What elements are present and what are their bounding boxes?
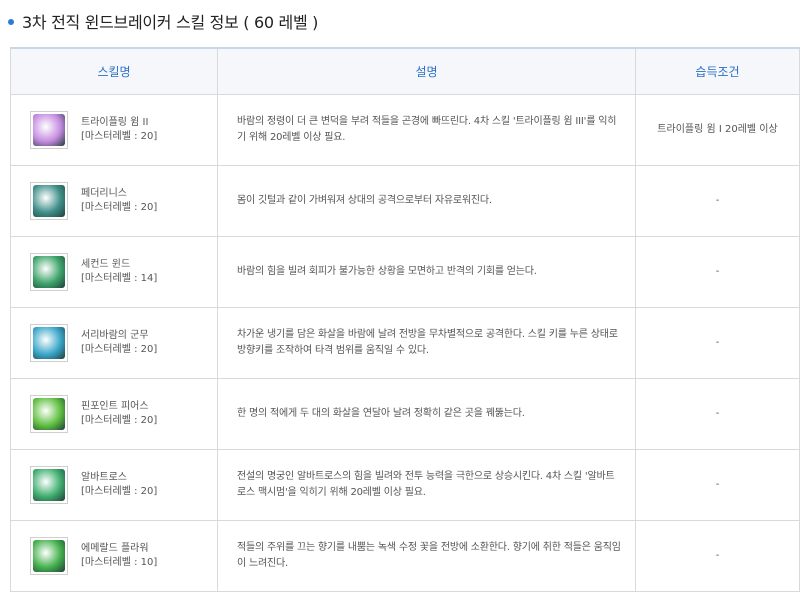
skill-master-level: [마스터레벨 : 20]: [81, 343, 158, 355]
featherness-icon: [33, 184, 65, 217]
skill-table: 스킬명 설명 습득조건 트라이플링 윔 II [마스터레벨 : 20] 바람의 …: [10, 47, 800, 592]
skill-condition: 트라이플링 윔 I 20레벨 이상: [635, 93, 800, 166]
skill-name: 서리바람의 군무: [81, 329, 149, 341]
skill-description: 바람의 힘을 빌려 회피가 불가능한 상황을 모면하고 반격의 기회를 얻는다.: [217, 235, 636, 308]
skill-name: 핀포인트 피어스: [81, 400, 149, 412]
skill-condition: -: [635, 164, 800, 237]
skill-description: 전설의 명궁인 알바트로스의 힘을 빌려와 전투 능력을 극한으로 상승시킨다.…: [217, 448, 636, 521]
table-row: 트라이플링 윔 II [마스터레벨 : 20] 바람의 정령이 더 큰 변덕을 …: [10, 93, 800, 166]
skill-master-level: [마스터레벨 : 20]: [81, 201, 158, 213]
second-wind-icon: [33, 255, 65, 288]
skill-name: 세컨드 윈드: [81, 258, 131, 270]
skill-description: 몸이 깃털과 같이 가벼워져 상대의 공격으로부터 자유로워진다.: [217, 164, 636, 237]
skill-condition: -: [635, 306, 800, 379]
skill-cell: 세컨드 윈드 [마스터레벨 : 14]: [10, 235, 218, 308]
skill-master-level: [마스터레벨 : 14]: [81, 272, 158, 284]
skill-icon-frame: [30, 252, 68, 291]
pinpoint-pierce-icon: [33, 397, 65, 430]
skill-cell: 서리바람의 군무 [마스터레벨 : 20]: [10, 306, 218, 379]
page-title: 3차 전직 윈드브레이커 스킬 정보 ( 60 레벨 ): [22, 13, 319, 32]
table-row: 서리바람의 군무 [마스터레벨 : 20] 차가운 냉기를 담은 화살을 바람에…: [10, 306, 800, 379]
skill-icon-frame: [30, 536, 68, 575]
table-row: 핀포인트 피어스 [마스터레벨 : 20] 한 명의 적에게 두 대의 화살을 …: [10, 377, 800, 450]
trifling-whim-icon: [33, 113, 65, 146]
table-row: 알바트로스 [마스터레벨 : 20] 전설의 명궁인 알바트로스의 힘을 빌려와…: [10, 448, 800, 521]
header-skill-name: 스킬명: [10, 47, 218, 95]
skill-cell: 페더리니스 [마스터레벨 : 20]: [10, 164, 218, 237]
skill-icon-frame: [30, 110, 68, 149]
skill-description: 바람의 정령이 더 큰 변덕을 부려 적들을 곤경에 빠뜨린다. 4차 스킬 '…: [217, 93, 636, 166]
header-condition: 습득조건: [635, 47, 800, 95]
skill-cell: 핀포인트 피어스 [마스터레벨 : 20]: [10, 377, 218, 450]
skill-master-level: [마스터레벨 : 20]: [81, 414, 158, 426]
table-header-row: 스킬명 설명 습득조건: [10, 47, 800, 95]
skill-icon-frame: [30, 323, 68, 362]
bullet-icon: [8, 18, 14, 25]
skill-master-level: [마스터레벨 : 10]: [81, 556, 158, 568]
skill-name: 페더리니스: [81, 187, 127, 199]
skill-cell: 에메랄드 플라워 [마스터레벨 : 10]: [10, 519, 218, 592]
albatross-icon: [33, 468, 65, 501]
skill-cell: 알바트로스 [마스터레벨 : 20]: [10, 448, 218, 521]
skill-description: 한 명의 적에게 두 대의 화살을 연달아 날려 정확히 같은 곳을 꿰뚫는다.: [217, 377, 636, 450]
skill-condition: -: [635, 519, 800, 592]
skill-icon-frame: [30, 465, 68, 504]
header-description: 설명: [217, 47, 636, 95]
frost-wind-dance-icon: [33, 326, 65, 359]
skill-master-level: [마스터레벨 : 20]: [81, 130, 158, 142]
skill-icon-frame: [30, 394, 68, 433]
table-row: 에메랄드 플라워 [마스터레벨 : 10] 적들의 주위를 끄는 향기를 내뿜는…: [10, 519, 800, 592]
table-row: 페더리니스 [마스터레벨 : 20] 몸이 깃털과 같이 가벼워져 상대의 공격…: [10, 164, 800, 237]
skill-name: 알바트로스: [81, 471, 127, 483]
skill-description: 차가운 냉기를 담은 화살을 바람에 날려 전방을 무차별적으로 공격한다. 스…: [217, 306, 636, 379]
page-title-row: 3차 전직 윈드브레이커 스킬 정보 ( 60 레벨 ): [8, 10, 318, 32]
skill-name: 트라이플링 윔 II: [81, 116, 149, 128]
skill-condition: -: [635, 235, 800, 308]
skill-condition: -: [635, 448, 800, 521]
emerald-flower-icon: [33, 539, 65, 572]
skill-name: 에메랄드 플라워: [81, 542, 149, 554]
skill-cell: 트라이플링 윔 II [마스터레벨 : 20]: [10, 93, 218, 166]
skill-description: 적들의 주위를 끄는 향기를 내뿜는 녹색 수정 꽃을 전방에 소환한다. 향기…: [217, 519, 636, 592]
skill-icon-frame: [30, 181, 68, 220]
skill-master-level: [마스터레벨 : 20]: [81, 485, 158, 497]
table-row: 세컨드 윈드 [마스터레벨 : 14] 바람의 힘을 빌려 회피가 불가능한 상…: [10, 235, 800, 308]
skill-condition: -: [635, 377, 800, 450]
